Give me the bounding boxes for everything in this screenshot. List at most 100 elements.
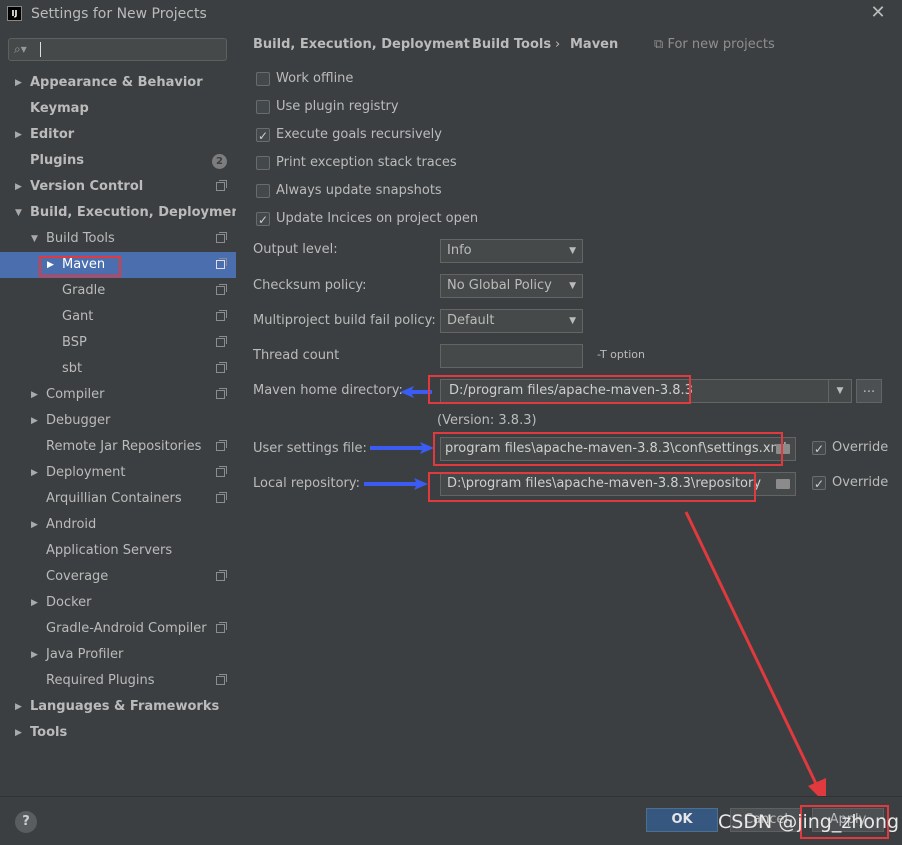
annotation-highlight-maven	[39, 256, 121, 277]
breadcrumb-item: Build, Execution, Deployment	[253, 37, 470, 52]
annotation-highlight-maven-home	[428, 375, 691, 404]
sidebar-item-application-servers[interactable]: Application Servers	[0, 538, 236, 564]
checkbox-box[interactable]	[812, 474, 826, 494]
sidebar-item-java-profiler[interactable]: ▶ Java Profiler	[0, 642, 236, 668]
watermark-text: CSDN @jing_zhong	[718, 811, 900, 833]
browse-button[interactable]: ...	[856, 379, 882, 403]
dropdown-arrow-icon: ▼	[569, 281, 576, 291]
scope-indicator: ⧉ For new projects	[654, 37, 775, 52]
dropdown-arrow-icon: ▼	[569, 316, 576, 326]
thread-count-label: Thread count	[253, 348, 340, 363]
checkbox-box[interactable]	[256, 72, 270, 86]
sidebar-item-gradle-android-compiler[interactable]: Gradle-Android Compiler	[0, 616, 236, 642]
expand-arrow-icon: ▶	[31, 650, 38, 660]
sidebar-item-editor[interactable]: ▶ Editor	[0, 122, 236, 148]
folder-icon[interactable]	[776, 479, 790, 489]
checkbox-box[interactable]	[256, 156, 270, 170]
sidebar-item-plugins[interactable]: Plugins 2	[0, 148, 236, 174]
breadcrumb-separator: ›	[457, 37, 463, 52]
breadcrumb-item: Maven	[570, 37, 619, 52]
dialog-button-bar: ? OK Cancel Apply CSDN @jing_zhong	[0, 796, 902, 845]
sidebar-item-android[interactable]: ▶ Android	[0, 512, 236, 538]
breadcrumb-item: Build Tools	[472, 37, 552, 52]
sidebar-item-compiler[interactable]: ▶ Compiler	[0, 382, 236, 408]
project-config-icon	[216, 492, 227, 503]
sidebar-item-version-control[interactable]: ▶ Version Control	[0, 174, 236, 200]
checkbox-box[interactable]	[256, 210, 270, 230]
sidebar-item-arquillian-containers[interactable]: Arquillian Containers	[0, 486, 236, 512]
sidebar-item-gant[interactable]: Gant	[0, 304, 236, 330]
maven-version-text: (Version: 3.8.3)	[437, 413, 537, 428]
intellij-app-icon: IJ	[7, 6, 22, 21]
fail-policy-select[interactable]: Default ▼	[440, 309, 583, 333]
plugins-update-badge: 2	[212, 154, 227, 169]
project-config-icon	[216, 362, 227, 373]
help-button[interactable]: ?	[15, 811, 37, 833]
project-config-icon	[216, 284, 227, 295]
project-config-icon	[216, 310, 227, 321]
expand-arrow-icon: ▶	[15, 728, 22, 738]
maven-settings-panel: Build, Execution, Deployment › Build Too…	[236, 28, 902, 796]
expand-arrow-icon: ▶	[31, 520, 38, 530]
collapse-arrow-icon: ▼	[15, 208, 22, 218]
checksum-policy-select[interactable]: No Global Policy ▼	[440, 274, 583, 298]
sidebar-item-sbt[interactable]: sbt	[0, 356, 236, 382]
project-config-icon	[216, 232, 227, 243]
expand-arrow-icon: ▶	[15, 78, 22, 88]
checkbox-box[interactable]	[256, 184, 270, 198]
user-settings-label: User settings file:	[253, 441, 367, 456]
sidebar-item-languages-frameworks[interactable]: ▶ Languages & Frameworks	[0, 694, 236, 720]
sidebar-item-keymap[interactable]: Keymap	[0, 96, 236, 122]
breadcrumb-separator: ›	[555, 37, 561, 52]
project-config-icon	[216, 674, 227, 685]
sidebar-item-bsp[interactable]: BSP	[0, 330, 236, 356]
checkbox-box[interactable]	[256, 100, 270, 114]
sidebar-item-gradle[interactable]: Gradle	[0, 278, 236, 304]
output-level-select[interactable]: Info ▼	[440, 239, 583, 263]
expand-arrow-icon: ▶	[15, 130, 22, 140]
project-config-icon	[216, 466, 227, 477]
project-config-icon	[216, 622, 227, 633]
copy-icon: ⧉	[654, 37, 664, 52]
text-caret	[40, 42, 41, 57]
maven-home-label: Maven home directory:	[253, 383, 403, 398]
sidebar-item-tools[interactable]: ▶ Tools	[0, 720, 236, 746]
dropdown-arrow-icon[interactable]: ▼	[828, 380, 851, 402]
project-config-icon	[216, 336, 227, 347]
sidebar-item-build-execution-deployment[interactable]: ▼ Build, Execution, Deployment	[0, 200, 247, 226]
expand-arrow-icon: ▶	[31, 468, 38, 478]
search-icon: ⌕▾	[14, 42, 27, 56]
sidebar-item-appearance-behavior[interactable]: ▶ Appearance & Behavior	[0, 70, 236, 96]
expand-arrow-icon: ▶	[31, 598, 38, 608]
annotation-arrow-icon	[370, 442, 434, 454]
sidebar-item-docker[interactable]: ▶ Docker	[0, 590, 236, 616]
annotation-highlight-local-repository	[428, 472, 756, 502]
project-config-icon	[216, 570, 227, 581]
sidebar-item-coverage[interactable]: Coverage	[0, 564, 236, 590]
expand-arrow-icon: ▶	[31, 390, 38, 400]
thread-count-input[interactable]	[440, 344, 583, 368]
fail-policy-label: Multiproject build fail policy:	[253, 313, 436, 328]
sidebar-item-build-tools[interactable]: ▼ Build Tools	[0, 226, 236, 252]
checksum-policy-label: Checksum policy:	[253, 278, 367, 293]
close-icon[interactable]: ✕	[868, 3, 888, 23]
project-config-icon	[216, 180, 227, 191]
settings-search-input[interactable]: ⌕▾	[8, 38, 227, 61]
window-title: Settings for New Projects	[31, 6, 207, 22]
thread-count-hint: -T option	[597, 348, 645, 361]
annotation-arrow-icon	[364, 478, 428, 490]
local-repository-label: Local repository:	[253, 476, 360, 491]
output-level-label: Output level:	[253, 242, 338, 257]
title-bar: IJ Settings for New Projects ✕	[0, 0, 902, 28]
checkbox-box[interactable]	[256, 126, 270, 146]
project-config-icon	[216, 440, 227, 451]
sidebar-item-debugger[interactable]: ▶ Debugger	[0, 408, 236, 434]
sidebar-item-deployment[interactable]: ▶ Deployment	[0, 460, 236, 486]
sidebar-item-required-plugins[interactable]: Required Plugins	[0, 668, 236, 694]
expand-arrow-icon: ▶	[15, 182, 22, 192]
project-config-icon	[216, 258, 227, 269]
ok-button[interactable]: OK	[646, 808, 718, 832]
checkbox-box[interactable]	[812, 439, 826, 459]
project-config-icon	[216, 388, 227, 399]
sidebar-item-remote-jar-repositories[interactable]: Remote Jar Repositories	[0, 434, 236, 460]
